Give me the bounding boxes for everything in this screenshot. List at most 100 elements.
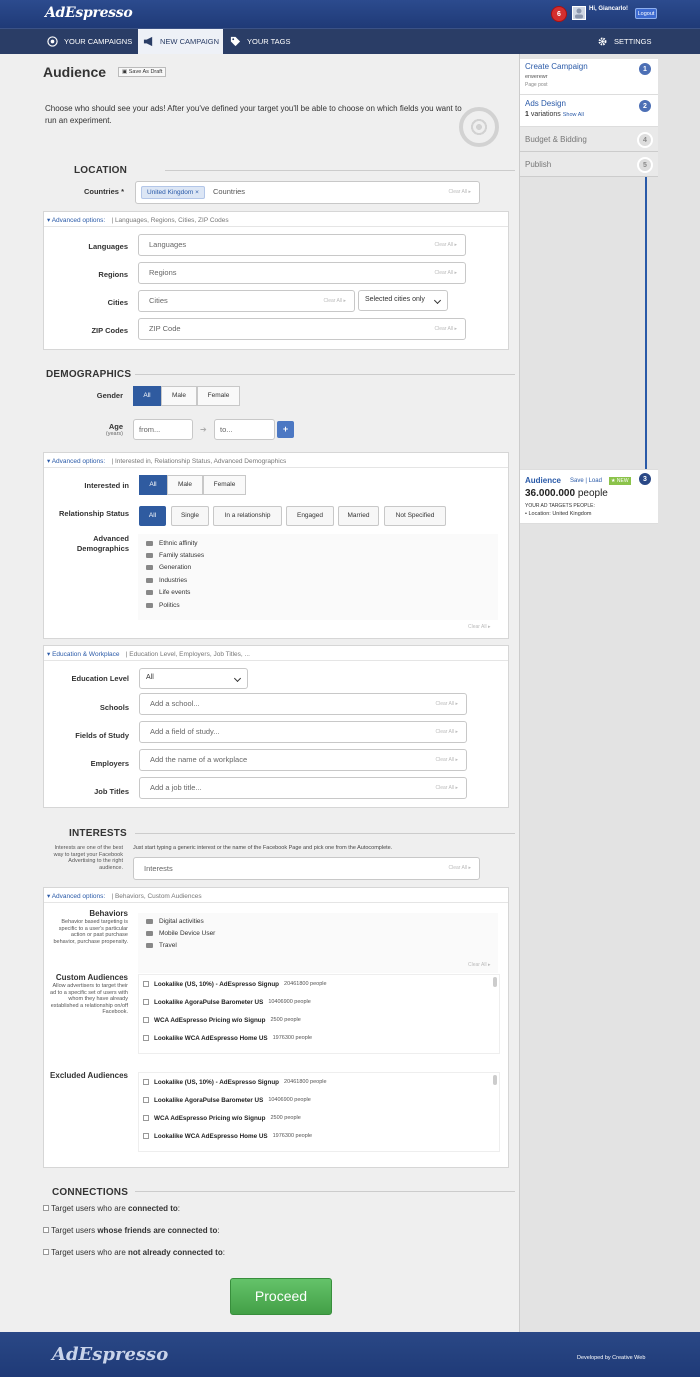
interested-male-button[interactable]: Male [167, 475, 203, 495]
logout-button[interactable]: Logout [635, 8, 657, 19]
relationship-married-button[interactable]: Married [338, 506, 379, 526]
schools-input[interactable]: Add a school... Clear All ▸ [139, 693, 467, 715]
checkbox[interactable] [143, 1017, 149, 1023]
scrollbar[interactable] [493, 977, 497, 987]
schools-label: Schools [99, 703, 129, 712]
save-draft-button[interactable]: ▣ Save As Draft [118, 67, 167, 77]
audience-checkbox-row[interactable]: Lookalike AgoraPulse Barometer US 1040690… [143, 1091, 499, 1109]
clear-all-link[interactable]: Clear All ▸ [434, 263, 457, 283]
folder-item[interactable]: Travel [146, 940, 498, 952]
clear-all-link[interactable]: Clear All ▸ [435, 750, 458, 770]
nav-new-campaign[interactable]: NEW CAMPAIGN [138, 29, 223, 54]
audience-checkbox-row[interactable]: Lookalike AgoraPulse Barometer US 1040690… [143, 993, 499, 1011]
employers-input[interactable]: Add the name of a workplace Clear All ▸ [139, 749, 467, 771]
relationship-in-a-relationship-button[interactable]: In a relationship [213, 506, 282, 526]
checkbox[interactable] [43, 1249, 49, 1255]
relationship-engaged-button[interactable]: Engaged [286, 506, 334, 526]
relationship-all-button[interactable]: All [139, 506, 166, 526]
age-to-input[interactable]: to... [214, 419, 275, 440]
checkbox[interactable] [43, 1227, 49, 1233]
avatar[interactable] [572, 6, 586, 20]
cities-mode-select[interactable]: Selected cities only [358, 290, 448, 311]
checkbox[interactable] [143, 999, 149, 1005]
proceed-button[interactable]: Proceed [230, 1278, 332, 1315]
excluded-audiences-list[interactable]: Lookalike (US, 10%) - AdEspresso Signup 2… [138, 1072, 500, 1152]
nav-your-campaigns[interactable]: YOUR CAMPAIGNS [47, 29, 132, 54]
connection-option-1[interactable]: Target users who are connected to: [43, 1204, 180, 1213]
folder-item[interactable]: Digital activities [146, 915, 498, 927]
audience-checkbox-row[interactable]: Lookalike (US, 10%) - AdEspresso Signup 2… [143, 1073, 499, 1091]
clear-all-link[interactable]: Clear All ▸ [434, 235, 457, 255]
regions-input[interactable]: Regions Clear All ▸ [138, 262, 466, 284]
location-advanced-toggle[interactable]: ▾ Advanced options: | Languages, Regions… [47, 215, 229, 224]
checkbox[interactable] [143, 1133, 149, 1139]
divider [44, 660, 508, 661]
connection-option-2[interactable]: Target users whose friends are connected… [43, 1226, 220, 1235]
interested-all-button[interactable]: All [139, 475, 167, 495]
gender-male-button[interactable]: Male [161, 386, 197, 406]
connection-option-3[interactable]: Target users who are not already connect… [43, 1248, 225, 1257]
checkbox[interactable] [143, 1115, 149, 1121]
education-level-select[interactable]: All [139, 668, 248, 689]
checkbox[interactable] [143, 1097, 149, 1103]
app-logo[interactable]: AdEspresso [45, 5, 133, 21]
gender-all-button[interactable]: All [133, 386, 161, 406]
demographics-advanced-toggle[interactable]: ▾ Advanced options: | Interested in, Rel… [47, 456, 286, 465]
interests-advanced-toggle[interactable]: ▾ Advanced options: | Behaviors, Custom … [47, 891, 202, 900]
audience-checkbox-row[interactable]: WCA AdEspresso Pricing w/o Signup 2500 pe… [143, 1109, 499, 1127]
remove-tag-icon[interactable]: × [195, 189, 199, 196]
step-ads-design[interactable]: Ads Design 1 variations Show All [520, 95, 658, 127]
scrollbar[interactable] [493, 1075, 497, 1085]
audience-checkbox-row[interactable]: Lookalike WCA AdEspresso Home US 1976300 … [143, 1127, 499, 1145]
zip-input[interactable]: ZIP Code Clear All ▸ [138, 318, 466, 340]
clear-all-link[interactable]: Clear All ▸ [434, 319, 457, 339]
clear-all-link[interactable]: Clear All ▸ [435, 722, 458, 742]
interested-female-button[interactable]: Female [203, 475, 246, 495]
checkbox[interactable] [143, 1035, 149, 1041]
show-all-link[interactable]: Show All [563, 112, 584, 118]
notification-badge[interactable]: 6 [551, 6, 567, 22]
cities-input[interactable]: Cities Clear All ▸ [138, 290, 355, 312]
folder-icon [146, 918, 153, 924]
checkbox[interactable] [43, 1205, 49, 1211]
nav-your-tags[interactable]: YOUR TAGS [230, 29, 290, 54]
folder-item[interactable]: Family statuses [146, 549, 498, 561]
folder-item[interactable]: Life events [146, 587, 498, 599]
languages-input[interactable]: Languages Clear All ▸ [138, 234, 466, 256]
add-age-range-button[interactable]: + [277, 421, 294, 438]
clear-all-link[interactable]: Clear All ▸ [468, 624, 491, 630]
relationship-not-specified-button[interactable]: Not Specified [384, 506, 446, 526]
audience-checkbox-row[interactable]: WCA AdEspresso Pricing w/o Signup 2500 pe… [143, 1011, 499, 1029]
age-from-input[interactable]: from... [133, 419, 193, 440]
clear-all-link[interactable]: Clear All ▸ [435, 694, 458, 714]
load-audience-link[interactable]: Load [589, 478, 602, 484]
checkbox[interactable] [143, 981, 149, 987]
clear-all-link[interactable]: Clear All ▸ [323, 291, 346, 311]
folder-item[interactable]: Industries [146, 574, 498, 586]
custom-audiences-list[interactable]: Lookalike (US, 10%) - AdEspresso Signup 2… [138, 974, 500, 1054]
countries-input[interactable]: United Kingdom × Countries Clear All ▸ [135, 181, 480, 204]
clear-all-link[interactable]: Clear All ▸ [468, 962, 491, 968]
folder-item[interactable]: Ethnic affinity [146, 537, 498, 549]
interests-input[interactable]: Interests Clear All ▸ [133, 857, 480, 880]
country-tag[interactable]: United Kingdom × [141, 185, 205, 199]
step-badge: 5 [637, 157, 653, 173]
clear-all-link[interactable]: Clear All ▸ [448, 858, 471, 879]
folder-item[interactable]: Politics [146, 599, 498, 611]
clear-all-link[interactable]: Clear All ▸ [435, 778, 458, 798]
folder-item[interactable]: Generation [146, 562, 498, 574]
behaviors-list: Digital activities Mobile Device User Tr… [138, 913, 498, 973]
audience-checkbox-row[interactable]: Lookalike (US, 10%) - AdEspresso Signup 2… [143, 975, 499, 993]
job-titles-input[interactable]: Add a job title... Clear All ▸ [139, 777, 467, 799]
fields-of-study-input[interactable]: Add a field of study... Clear All ▸ [139, 721, 467, 743]
gender-female-button[interactable]: Female [197, 386, 240, 406]
save-audience-link[interactable]: Save [570, 478, 584, 484]
relationship-single-button[interactable]: Single [171, 506, 209, 526]
checkbox[interactable] [143, 1079, 149, 1085]
nav-settings[interactable]: SETTINGS [597, 29, 652, 54]
audience-checkbox-row[interactable]: Lookalike WCA AdEspresso Home US 1976300 … [143, 1029, 499, 1047]
folder-item[interactable]: Mobile Device User [146, 927, 498, 939]
footer-credit[interactable]: Developed by Creative Web [577, 1355, 645, 1361]
clear-all-link[interactable]: Clear All ▸ [448, 182, 471, 202]
education-toggle[interactable]: ▾ Education & Workplace | Education Leve… [47, 649, 250, 658]
